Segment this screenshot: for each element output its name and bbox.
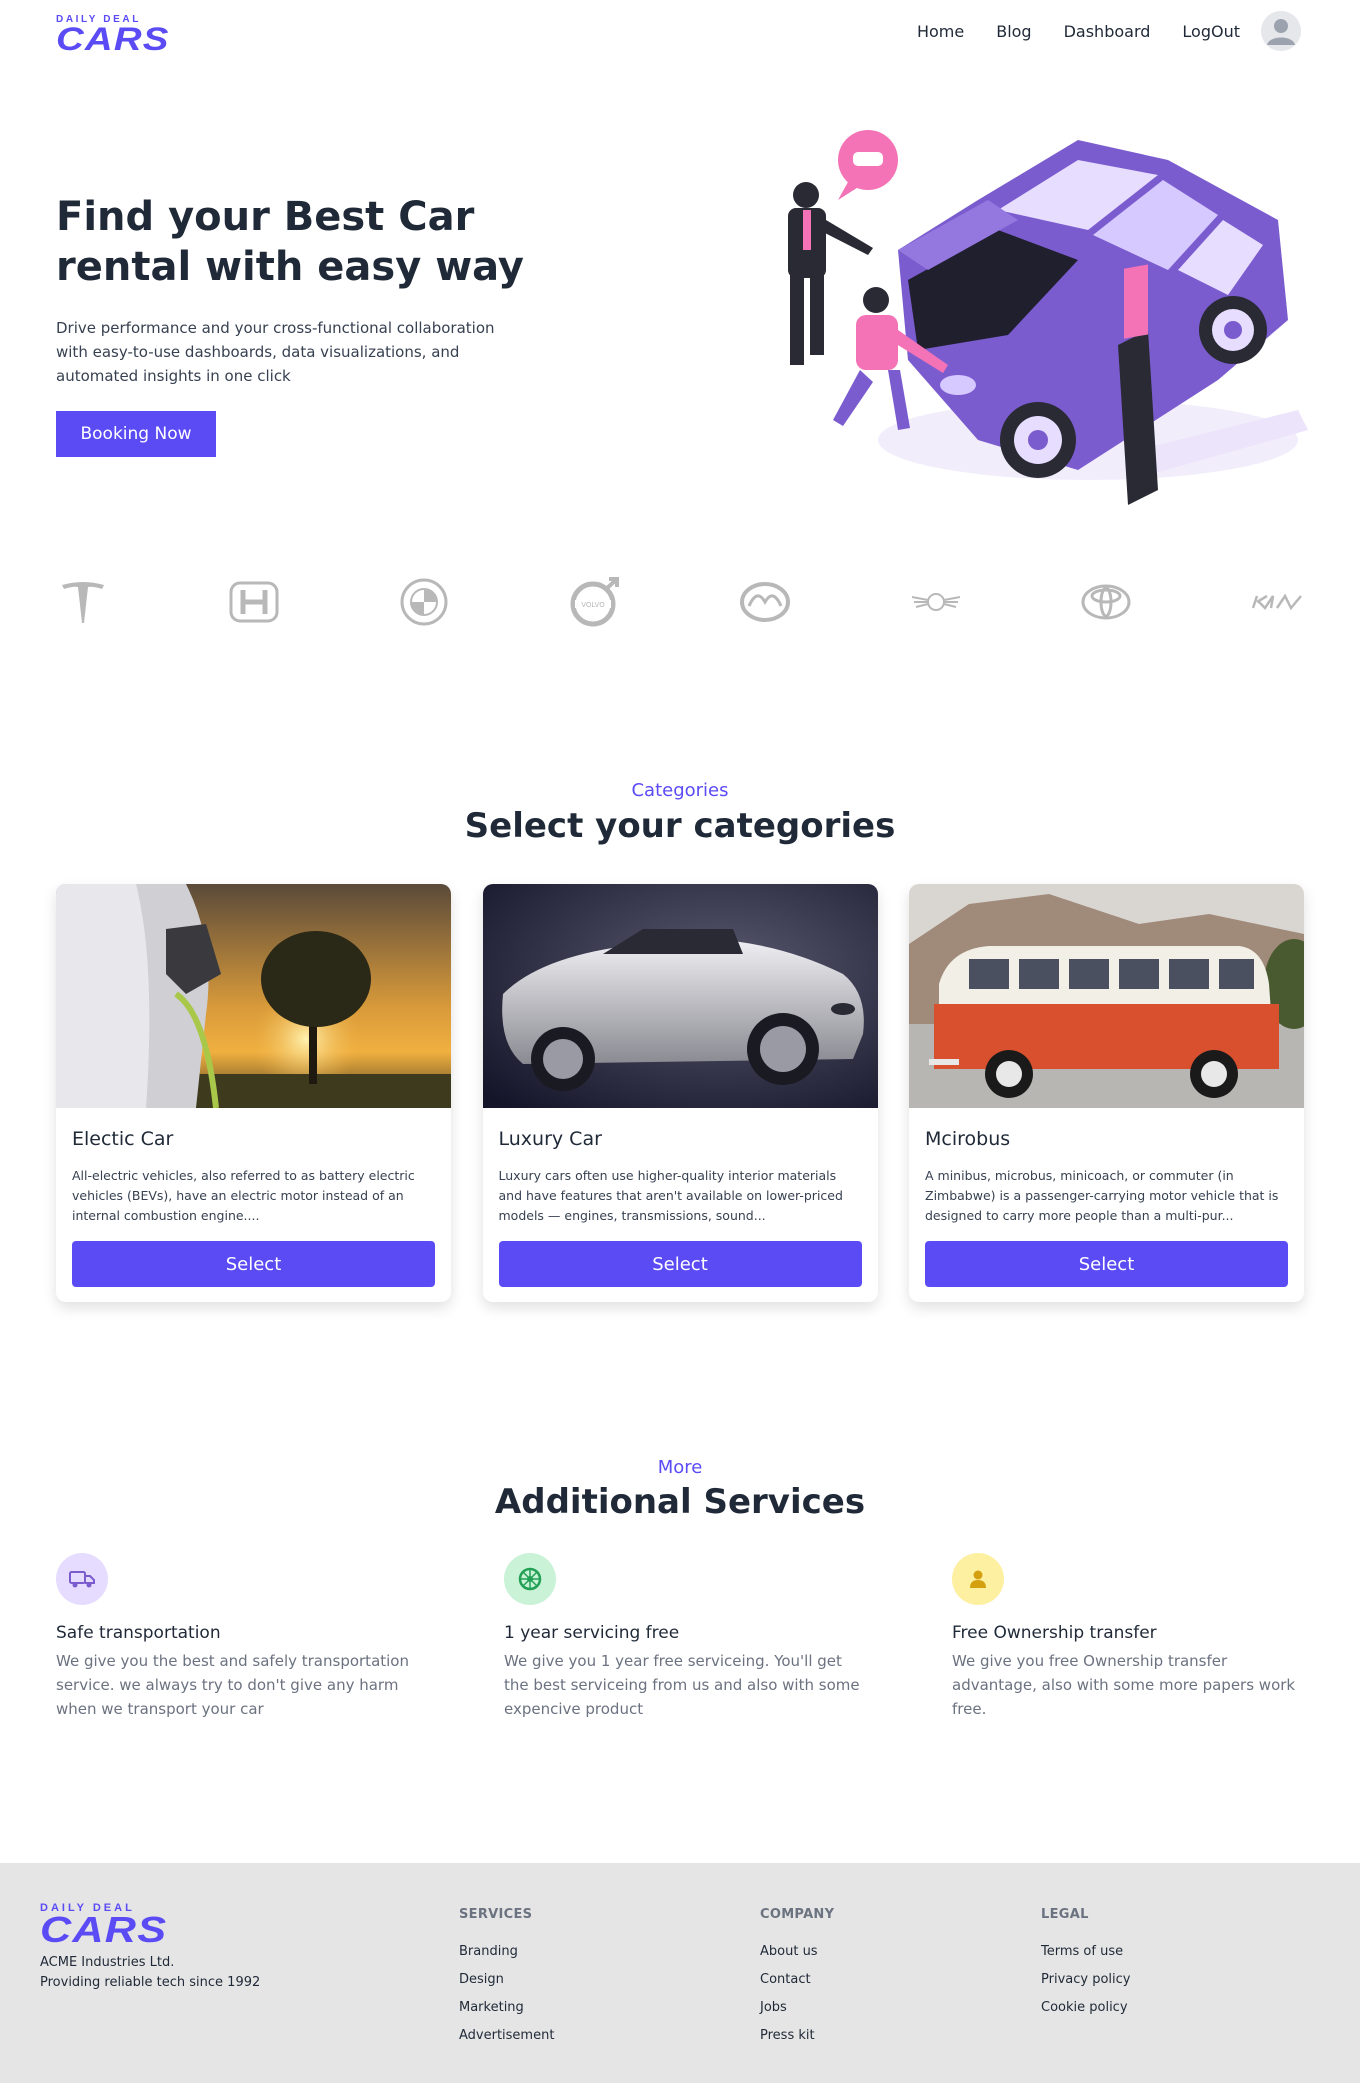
footer-link-contact[interactable]: Contact <box>760 1966 834 1994</box>
select-luxury-button[interactable]: Select <box>498 1241 862 1287</box>
person-icon <box>952 1553 1004 1605</box>
user-avatar-icon[interactable] <box>1261 11 1301 51</box>
nav-links: Home Blog Dashboard LogOut <box>917 22 1240 41</box>
footer-column-heading: SERVICES <box>459 1907 533 1922</box>
nav-home-link[interactable]: Home <box>917 22 964 41</box>
category-cards: Electic Car All-electric vehicles, also … <box>56 884 1304 1302</box>
card-title: Mcirobus <box>925 1128 1011 1150</box>
mini-logo-icon <box>909 575 963 629</box>
tesla-logo-icon <box>56 575 110 629</box>
services-eyebrow: More <box>657 1457 703 1478</box>
footer-link-marketing[interactable]: Marketing <box>459 1994 554 2022</box>
footer-column-heading: LEGAL <box>1041 1907 1089 1922</box>
hero-illustration <box>748 120 1308 520</box>
footer-link-branding[interactable]: Branding <box>459 1938 554 1966</box>
service-description: We give you free Ownership transfer adva… <box>952 1652 1296 1718</box>
nav-logout-link[interactable]: LogOut <box>1182 22 1240 41</box>
wheel-icon <box>504 1553 556 1605</box>
volvo-logo-icon: VOLVO <box>568 575 622 629</box>
service-safe-transportation: Safe transportation We give you the best… <box>56 1553 416 1721</box>
footer-link-about[interactable]: About us <box>760 1938 834 1966</box>
site-logo[interactable]: DAILY DEAL CARS <box>56 14 168 55</box>
service-title: 1 year servicing free <box>504 1623 680 1643</box>
service-ownership-transfer: Free Ownership transfer We give you free… <box>952 1553 1312 1721</box>
footer-link-press-kit[interactable]: Press kit <box>760 2022 834 2050</box>
footer-logo[interactable]: DAILY DEAL CARS <box>40 1903 170 1948</box>
category-card-luxury: Luxury Car Luxury cars often use higher-… <box>482 884 878 1302</box>
footer-link-terms[interactable]: Terms of use <box>1041 1938 1130 1966</box>
service-free-servicing: 1 year servicing free We give you 1 year… <box>504 1553 864 1721</box>
footer-legal-column: LEGAL Terms of use Privacy policy Cookie… <box>1041 1907 1130 2022</box>
footer-link-privacy[interactable]: Privacy policy <box>1041 1966 1130 1994</box>
footer-link-advertisement[interactable]: Advertisement <box>459 2022 554 2050</box>
footer-link-jobs[interactable]: Jobs <box>760 1994 834 2022</box>
toyota-logo-icon <box>1079 575 1133 629</box>
electric-car-image <box>56 884 451 1108</box>
nav-dashboard-link[interactable]: Dashboard <box>1064 22 1151 41</box>
footer-link-cookie[interactable]: Cookie policy <box>1041 1994 1130 2022</box>
luxury-car-image <box>482 884 878 1108</box>
categories-title: Select your categories <box>464 806 896 846</box>
select-microbus-button[interactable]: Select <box>925 1241 1288 1287</box>
category-card-electric: Electic Car All-electric vehicles, also … <box>56 884 451 1302</box>
card-description: All-electric vehicles, also referred to … <box>72 1168 415 1223</box>
mazda-logo-icon <box>738 575 792 629</box>
hero-description: Drive performance and your cross-functio… <box>56 319 495 385</box>
categories-eyebrow: Categories <box>631 780 729 801</box>
service-title: Safe transportation <box>56 1623 221 1643</box>
service-description: We give you 1 year free serviceing. You'… <box>504 1652 860 1718</box>
category-card-microbus: Mcirobus A minibus, microbus, minicoach,… <box>909 884 1304 1302</box>
select-electric-button[interactable]: Select <box>72 1241 435 1287</box>
logo-wordmark: CARS <box>56 21 170 57</box>
card-description: A minibus, microbus, minicoach, or commu… <box>925 1168 1279 1223</box>
company-tagline: Providing reliable tech since 1992 <box>40 1975 261 1990</box>
truck-icon <box>56 1553 108 1605</box>
brand-logos: VOLVO <box>56 575 1304 629</box>
honda-logo-icon <box>227 575 281 629</box>
card-title: Electic Car <box>72 1128 174 1150</box>
service-title: Free Ownership transfer <box>952 1623 1157 1643</box>
booking-now-button[interactable]: Booking Now <box>56 411 216 457</box>
footer-services-column: SERVICES Branding Design Marketing Adver… <box>459 1907 554 2050</box>
card-title: Luxury Car <box>498 1128 602 1150</box>
logo-wordmark: CARS <box>40 1909 168 1950</box>
card-description: Luxury cars often use higher-quality int… <box>498 1168 843 1223</box>
bmw-logo-icon <box>397 575 451 629</box>
footer-column-heading: COMPANY <box>760 1907 835 1922</box>
services-title: Additional Services <box>494 1482 866 1522</box>
footer-company-column: COMPANY About us Contact Jobs Press kit <box>760 1907 834 2050</box>
company-name: ACME Industries Ltd. <box>40 1955 175 1970</box>
footer-link-design[interactable]: Design <box>459 1966 554 1994</box>
microbus-image <box>909 884 1304 1108</box>
kia-logo-icon <box>1250 575 1304 629</box>
nav-blog-link[interactable]: Blog <box>996 22 1031 41</box>
hero-title: Find your Best Car rental with easy way <box>56 194 524 290</box>
footer: DAILY DEAL CARS ACME Industries Ltd. Pro… <box>0 1863 1360 2083</box>
svg-text:VOLVO: VOLVO <box>581 601 605 609</box>
service-description: We give you the best and safely transpor… <box>56 1652 409 1718</box>
footer-company-info: ACME Industries Ltd. Providing reliable … <box>40 1953 260 1993</box>
navbar: DAILY DEAL CARS Home Blog Dashboard LogO… <box>0 0 1360 66</box>
